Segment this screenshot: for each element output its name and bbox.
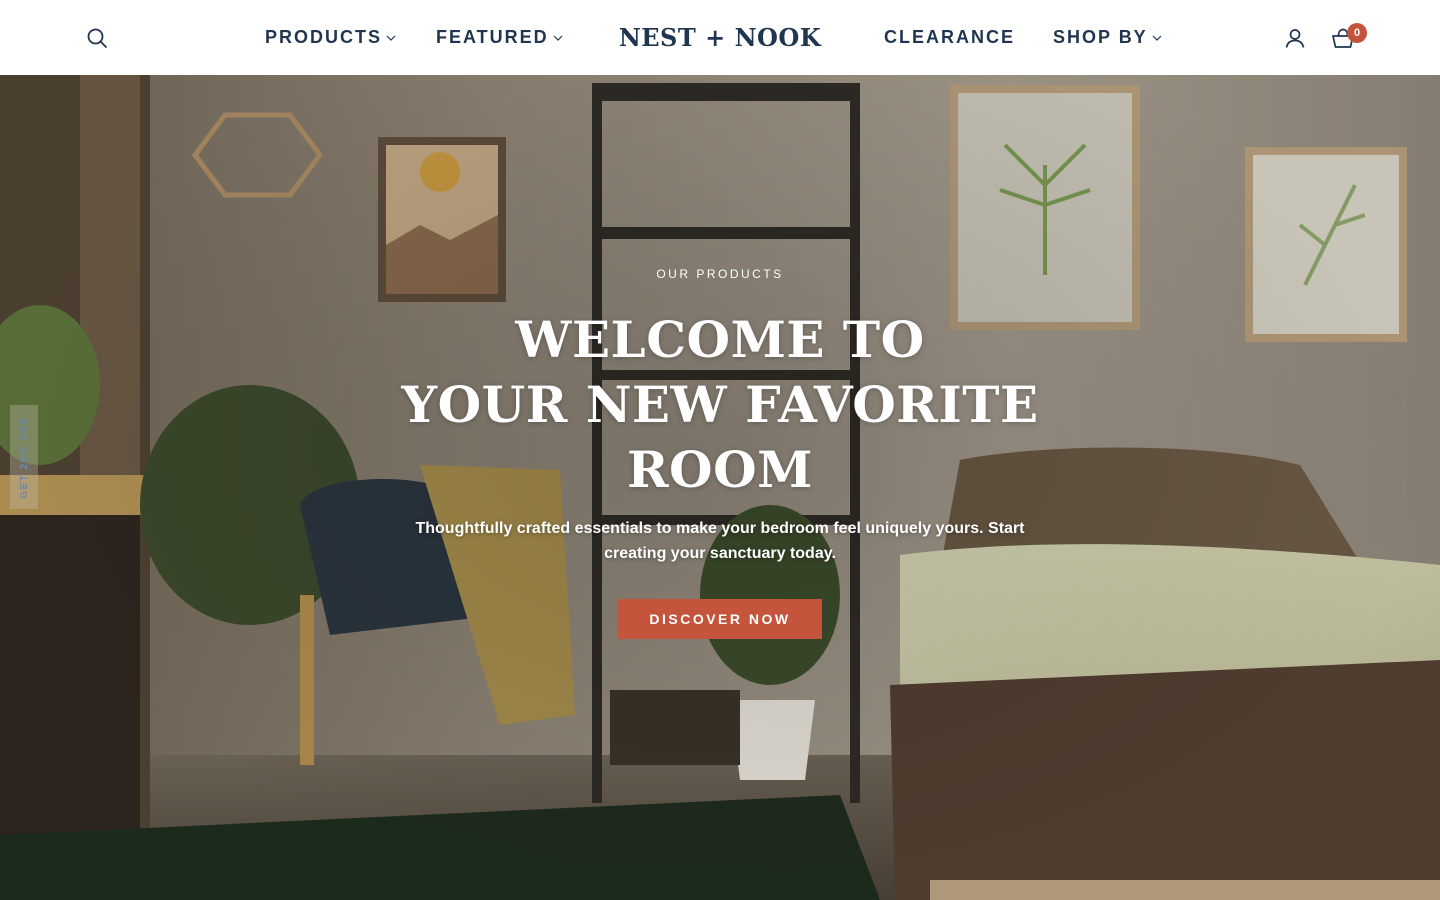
nav-shop-by-label[interactable]: SHOP BY: [1053, 27, 1148, 48]
nav-item-clearance[interactable]: CLEARANCE: [884, 0, 1015, 75]
chevron-down-icon: [386, 35, 396, 41]
brand-logo[interactable]: NEST + NOOK: [619, 0, 821, 75]
chevron-down-icon: [1152, 35, 1162, 41]
hero-title-line-3: ROOM: [626, 440, 813, 499]
nav-item-products[interactable]: PRODUCTS: [265, 0, 396, 75]
discount-side-tab[interactable]: GET 20% OFF: [10, 405, 38, 509]
chevron-down-icon: [553, 35, 563, 41]
discover-now-button[interactable]: DISCOVER NOW: [618, 599, 822, 639]
site-header: PRODUCTS FEATURED NEST + NOOK CLEARANCE …: [0, 0, 1440, 75]
nav-item-shop-by[interactable]: SHOP BY: [1053, 0, 1162, 75]
hero-title: WELCOME TO YOUR NEW FAVORITE ROOM: [380, 307, 1060, 502]
discount-tab-label: GET 20% OFF: [18, 415, 30, 499]
nav-products-label[interactable]: PRODUCTS: [265, 27, 382, 48]
hero-title-line-1: WELCOME TO: [515, 310, 925, 369]
search-button[interactable]: [84, 0, 110, 75]
hero-banner: GET 20% OFF OUR PRODUCTS WELCOME TO YOUR…: [0, 75, 1440, 900]
nav-clearance-label[interactable]: CLEARANCE: [884, 27, 1015, 48]
cart-count-badge: 0: [1347, 23, 1367, 43]
nav-item-featured[interactable]: FEATURED: [436, 0, 563, 75]
account-button[interactable]: [1283, 0, 1307, 75]
nav-featured-label[interactable]: FEATURED: [436, 27, 549, 48]
search-icon: [87, 28, 107, 48]
user-icon: [1285, 28, 1305, 48]
hero-subtitle: Thoughtfully crafted essentials to make …: [415, 520, 1025, 562]
hero-eyebrow: OUR PRODUCTS: [656, 267, 784, 281]
hero-title-line-2: YOUR NEW FAVORITE: [401, 375, 1039, 434]
